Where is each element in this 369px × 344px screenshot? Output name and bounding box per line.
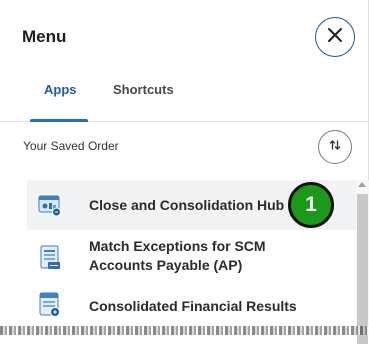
tab-apps-label: Apps: [44, 82, 77, 97]
sort-order-button[interactable]: [318, 130, 352, 164]
tab-shortcuts[interactable]: Shortcuts: [113, 82, 174, 122]
close-button[interactable]: [315, 17, 355, 57]
cropped-edge-artifact: [0, 326, 369, 335]
tab-shortcuts-label: Shortcuts: [113, 82, 174, 97]
app-label-line-1: Match Exceptions for SCM: [89, 238, 266, 254]
scroll-up-arrow-icon[interactable]: [358, 182, 366, 187]
app-item-match-exceptions[interactable]: Match Exceptions for SCM Accounts Payabl…: [27, 230, 356, 285]
tab-apps[interactable]: Apps: [30, 82, 90, 122]
menu-title: Menu: [22, 27, 67, 46]
close-icon: [327, 27, 343, 48]
app-label: Close and Consolidation Hub: [89, 197, 285, 213]
app-label-line-2: Accounts Payable (AP): [89, 257, 243, 273]
financial-results-icon: [38, 292, 62, 317]
app-label: Consolidated Financial Results: [89, 298, 297, 314]
saved-order-label: Your Saved Order: [23, 139, 119, 153]
apps-scrollbar[interactable]: [356, 180, 369, 344]
sort-arrows-icon: [328, 138, 342, 157]
app-menu-panel: Menu Apps Shortcuts Your Saved Order Clo…: [0, 0, 369, 344]
step-number-badge: 1: [288, 182, 334, 228]
report-document-icon: [38, 245, 62, 269]
scroll-thumb[interactable]: [357, 194, 368, 344]
menu-tabs: Apps Shortcuts: [0, 70, 369, 122]
active-tab-indicator: [30, 119, 88, 122]
consolidation-hub-icon: [38, 193, 62, 217]
